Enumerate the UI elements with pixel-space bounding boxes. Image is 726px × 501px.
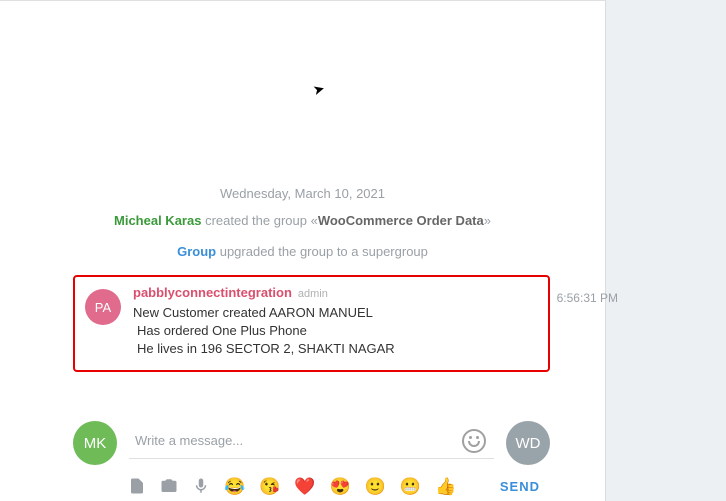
message-line: Has ordered One Plus Phone bbox=[133, 322, 538, 340]
bottom-toolbar: 😂 😘 ❤️ 😍 🙂 😬 👍 SEND bbox=[128, 471, 550, 495]
group-name: WooCommerce Order Data bbox=[318, 213, 484, 228]
emoji-heart-eyes[interactable]: 😍 bbox=[330, 478, 351, 495]
camera-icon[interactable] bbox=[160, 477, 178, 495]
service-msg-supergroup: Group upgraded the group to a supergroup bbox=[0, 244, 605, 259]
emoji-joy[interactable]: 😂 bbox=[224, 478, 245, 495]
chat-panel: ➤ Wednesday, March 10, 2021 Micheal Kara… bbox=[0, 0, 605, 501]
emoji-grimace[interactable]: 😬 bbox=[400, 478, 421, 495]
right-rail bbox=[605, 0, 726, 501]
attach-file-icon[interactable] bbox=[128, 477, 146, 495]
app-root: ➤ Wednesday, March 10, 2021 Micheal Kara… bbox=[0, 0, 726, 501]
cursor-pointer-icon: ➤ bbox=[311, 80, 327, 99]
sender-username[interactable]: pabblyconnectintegration bbox=[133, 285, 292, 300]
microphone-icon[interactable] bbox=[192, 477, 210, 495]
group-link[interactable]: Group bbox=[177, 244, 216, 259]
message-line: New Customer created AARON MANUEL bbox=[133, 304, 538, 322]
date-separator: Wednesday, March 10, 2021 bbox=[0, 186, 605, 201]
avatar-self[interactable]: MK bbox=[73, 421, 117, 465]
emoji-heart[interactable]: ❤️ bbox=[294, 478, 315, 495]
send-button[interactable]: SEND bbox=[500, 479, 540, 494]
message-content: pabblyconnectintegration admin New Custo… bbox=[133, 285, 538, 358]
admin-badge: admin bbox=[298, 288, 328, 300]
actor-name: Micheal Karas bbox=[114, 213, 201, 228]
message-input[interactable]: Write a message... bbox=[129, 423, 494, 459]
message-body: New Customer created AARON MANUEL Has or… bbox=[133, 304, 538, 358]
avatar-sender[interactable]: PA bbox=[85, 289, 121, 325]
message-line: He lives in 196 SECTOR 2, SHAKTI NAGAR bbox=[133, 340, 538, 358]
message-block-highlighted: PA pabblyconnectintegration admin New Cu… bbox=[73, 275, 550, 372]
service-msg-group-created: Micheal Karas created the group «WooComm… bbox=[0, 213, 605, 228]
avatar-peer[interactable]: WD bbox=[506, 421, 550, 465]
emoji-thumbs-up[interactable]: 👍 bbox=[435, 478, 456, 495]
emoji-smile[interactable]: 🙂 bbox=[365, 478, 386, 495]
message-timestamp: 6:56:31 PM bbox=[557, 291, 618, 305]
emoji-picker-icon[interactable] bbox=[462, 429, 486, 453]
emoji-kiss[interactable]: 😘 bbox=[259, 478, 280, 495]
input-row: MK Write a message... WD bbox=[73, 417, 550, 465]
